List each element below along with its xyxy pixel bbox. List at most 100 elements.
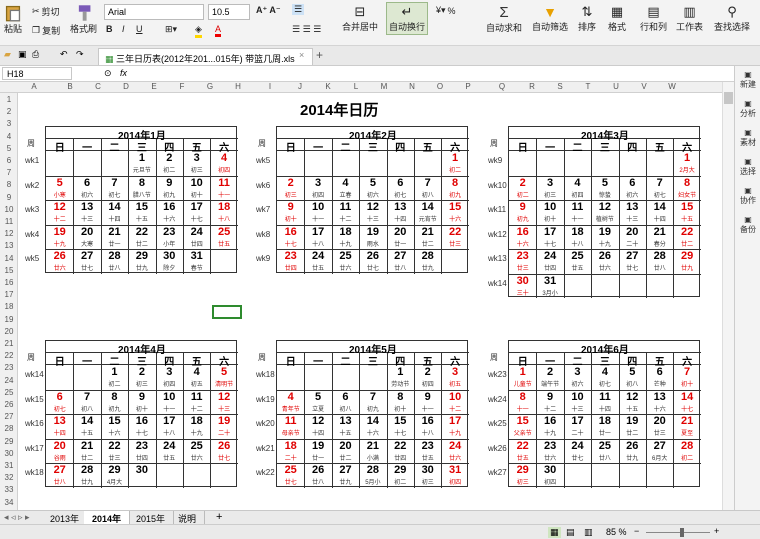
day-cell[interactable]: 8 (673, 177, 700, 189)
day-cell[interactable]: 12 (359, 201, 386, 213)
day-cell[interactable]: 15 (509, 415, 536, 427)
day-cell[interactable]: 16 (156, 201, 183, 213)
day-cell[interactable]: 18 (277, 440, 304, 452)
day-cell[interactable]: 19 (619, 415, 646, 427)
row-header-15[interactable]: 15 (0, 266, 18, 275)
day-cell[interactable]: 17 (441, 415, 468, 427)
day-cell[interactable]: 23 (536, 440, 563, 452)
day-cell[interactable]: 20 (73, 226, 100, 238)
day-cell[interactable]: 9 (156, 177, 183, 189)
row-header-34[interactable]: 34 (0, 498, 18, 507)
day-cell[interactable]: 2 (509, 177, 536, 189)
row-col-button[interactable]: ▤ 行和列 (640, 4, 667, 33)
sidebar-item-5[interactable]: ▣ 备份 (735, 215, 760, 235)
day-cell[interactable]: 19 (210, 415, 237, 427)
day-cell[interactable]: 6 (646, 366, 673, 378)
row-header-5[interactable]: 5 (0, 144, 18, 153)
column-header-V[interactable]: V (634, 82, 654, 91)
day-cell[interactable]: 20 (646, 415, 673, 427)
row-header-2[interactable]: 2 (0, 107, 18, 116)
day-cell[interactable]: 7 (673, 366, 700, 378)
page-break-icon[interactable]: ▥ (584, 527, 593, 538)
sidebar-item-2[interactable]: ▣ 素材 (735, 128, 760, 148)
row-header-17[interactable]: 17 (0, 290, 18, 299)
day-cell[interactable]: 3 (183, 152, 210, 164)
sheet-nav-icon[interactable]: ◂ ◃ ▹ ▸ (4, 512, 30, 523)
row-header-20[interactable]: 20 (0, 327, 18, 336)
day-cell[interactable]: 3 (304, 177, 331, 189)
day-cell[interactable]: 26 (210, 440, 237, 452)
row-header-18[interactable]: 18 (0, 302, 18, 311)
font-color-button[interactable]: A (215, 24, 222, 37)
format-painter-button[interactable]: 格式刷 (70, 4, 97, 35)
day-cell[interactable]: 12 (210, 391, 237, 403)
day-cell[interactable]: 24 (536, 250, 563, 262)
row-header-13[interactable]: 13 (0, 241, 18, 250)
row-header-10[interactable]: 10 (0, 205, 18, 214)
column-header-N[interactable]: N (402, 82, 422, 91)
day-cell[interactable]: 13 (387, 201, 414, 213)
day-cell[interactable]: 3 (536, 177, 563, 189)
day-cell[interactable]: 7 (73, 391, 100, 403)
day-cell[interactable]: 22 (509, 440, 536, 452)
day-cell[interactable]: 24 (156, 440, 183, 452)
day-cell[interactable]: 15 (387, 415, 414, 427)
day-cell[interactable]: 30 (536, 464, 563, 476)
day-cell[interactable]: 25 (332, 250, 359, 262)
close-tab-icon[interactable]: × (299, 50, 304, 60)
day-cell[interactable]: 23 (414, 440, 441, 452)
fill-color-button[interactable]: ◈ (195, 24, 202, 38)
day-cell[interactable]: 11 (183, 391, 210, 403)
autosum-button[interactable]: Σ 自动求和 (486, 4, 522, 34)
column-header-B[interactable]: B (60, 82, 80, 91)
row-header-1[interactable]: 1 (0, 95, 18, 104)
document-tab[interactable]: ▦ 三年日历表(2012年201...015年) 带篮几周.xls (98, 48, 313, 65)
paste-button[interactable]: 粘贴 (4, 4, 22, 35)
fx-label[interactable]: fx (120, 68, 127, 78)
align-left-button[interactable]: ☰ ☰ ☰ (292, 24, 321, 35)
day-cell[interactable]: 10 (304, 201, 331, 213)
find-select-button[interactable]: ⚲ 查找选择 (714, 4, 750, 33)
italic-button[interactable]: I (122, 24, 125, 34)
zoom-out-icon[interactable]: − (634, 526, 639, 536)
day-cell[interactable]: 5 (619, 366, 646, 378)
day-cell[interactable]: 14 (673, 391, 700, 403)
day-cell[interactable]: 6 (332, 391, 359, 403)
day-cell[interactable]: 11 (277, 415, 304, 427)
day-cell[interactable]: 9 (414, 391, 441, 403)
increase-font-button[interactable]: A⁺ A⁻ (256, 5, 281, 16)
column-header-S[interactable]: S (550, 82, 570, 91)
day-cell[interactable]: 6 (46, 391, 73, 403)
day-cell[interactable]: 28 (673, 440, 700, 452)
day-cell[interactable]: 1 (387, 366, 414, 378)
day-cell[interactable]: 19 (304, 440, 331, 452)
day-cell[interactable]: 21 (73, 440, 100, 452)
column-header-T[interactable]: T (578, 82, 598, 91)
row-header-9[interactable]: 9 (0, 193, 18, 202)
day-cell[interactable]: 31 (183, 250, 210, 262)
day-cell[interactable]: 7 (646, 177, 673, 189)
day-cell[interactable]: 25 (591, 440, 618, 452)
day-cell[interactable]: 13 (332, 415, 359, 427)
zoom-fit-icon[interactable]: ⊙ (104, 68, 112, 79)
day-cell[interactable]: 29 (387, 464, 414, 476)
day-cell[interactable]: 21 (646, 226, 673, 238)
day-cell[interactable]: 29 (101, 464, 128, 476)
day-cell[interactable]: 11 (591, 391, 618, 403)
day-cell[interactable]: 18 (564, 226, 591, 238)
normal-view-icon[interactable]: ▦ (548, 527, 561, 538)
day-cell[interactable]: 22 (387, 440, 414, 452)
day-cell[interactable]: 18 (183, 415, 210, 427)
day-cell[interactable]: 19 (591, 226, 618, 238)
day-cell[interactable]: 12 (591, 201, 618, 213)
day-cell[interactable]: 30 (414, 464, 441, 476)
save-icon[interactable]: ▣ (18, 49, 27, 60)
number-format-button[interactable]: ¥▾% (436, 5, 456, 16)
day-cell[interactable]: 29 (673, 250, 700, 262)
row-header-23[interactable]: 23 (0, 363, 18, 372)
sheet-tab-2014年[interactable]: 2014年 (84, 511, 131, 524)
day-cell[interactable]: 6 (387, 177, 414, 189)
column-header-U[interactable]: U (606, 82, 626, 91)
day-cell[interactable]: 17 (183, 201, 210, 213)
column-header-F[interactable]: F (172, 82, 192, 91)
